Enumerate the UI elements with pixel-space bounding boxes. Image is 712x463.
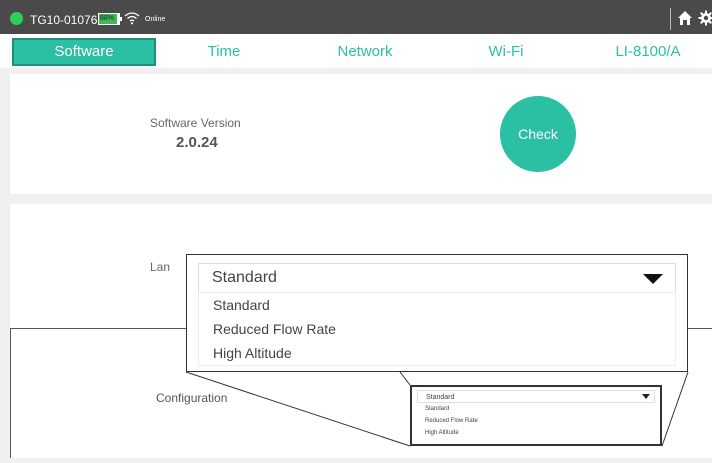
battery-percent: 88% bbox=[100, 15, 115, 22]
tab-network[interactable]: Network bbox=[305, 38, 425, 66]
configuration-dropdown[interactable]: Standard Standard Reduced Flow Rate High… bbox=[410, 385, 662, 446]
connection-status: Online bbox=[145, 16, 166, 23]
zoomed-select[interactable]: Standard bbox=[198, 263, 676, 293]
check-button[interactable]: Check bbox=[500, 96, 576, 172]
zoomed-option-reduced-flow-rate[interactable]: Reduced Flow Rate bbox=[213, 321, 336, 337]
language-label: Lan bbox=[150, 260, 171, 274]
tab-wifi[interactable]: Wi-Fi bbox=[446, 38, 566, 66]
home-icon[interactable] bbox=[677, 10, 693, 26]
tab-time[interactable]: Time bbox=[165, 38, 283, 66]
device-id: TG10-01076 bbox=[30, 13, 98, 27]
software-version-value: 2.0.24 bbox=[176, 134, 218, 151]
software-version-label: Software Version bbox=[150, 116, 241, 130]
tab-li-8100a[interactable]: LI-8100/A bbox=[588, 38, 708, 66]
option-standard[interactable]: Standard bbox=[425, 406, 449, 412]
tab-bar: Software Time Network Wi-Fi LI-8100/A bbox=[0, 34, 712, 68]
chevron-down-icon[interactable] bbox=[643, 274, 663, 284]
status-bar: TG10-01076 88% Online bbox=[0, 0, 712, 34]
zoomed-option-standard[interactable]: Standard bbox=[213, 297, 270, 313]
software-card: Software Version 2.0.24 Check bbox=[10, 74, 712, 194]
configuration-label: Configuration bbox=[156, 391, 228, 405]
zoomed-options-list: Standard Reduced Flow Rate High Altitude bbox=[198, 292, 676, 366]
zoomed-selected-value: Standard bbox=[212, 269, 277, 286]
zoomed-option-high-altitude[interactable]: High Altitude bbox=[213, 345, 292, 361]
divider bbox=[670, 8, 671, 30]
option-reduced-flow-rate[interactable]: Reduced Flow Rate bbox=[425, 418, 478, 424]
option-high-altitude[interactable]: High Altitude bbox=[425, 430, 459, 436]
zoomed-configuration-dropdown: Standard Standard Reduced Flow Rate High… bbox=[186, 254, 688, 372]
chevron-down-icon[interactable] bbox=[642, 394, 650, 399]
status-led bbox=[10, 12, 23, 25]
gear-icon[interactable] bbox=[698, 10, 712, 26]
configuration-select[interactable]: Standard bbox=[417, 390, 655, 403]
tab-software[interactable]: Software bbox=[12, 38, 156, 66]
configuration-selected-value: Standard bbox=[426, 394, 455, 401]
wifi-icon bbox=[124, 12, 140, 25]
battery-icon: 88% bbox=[98, 13, 122, 25]
